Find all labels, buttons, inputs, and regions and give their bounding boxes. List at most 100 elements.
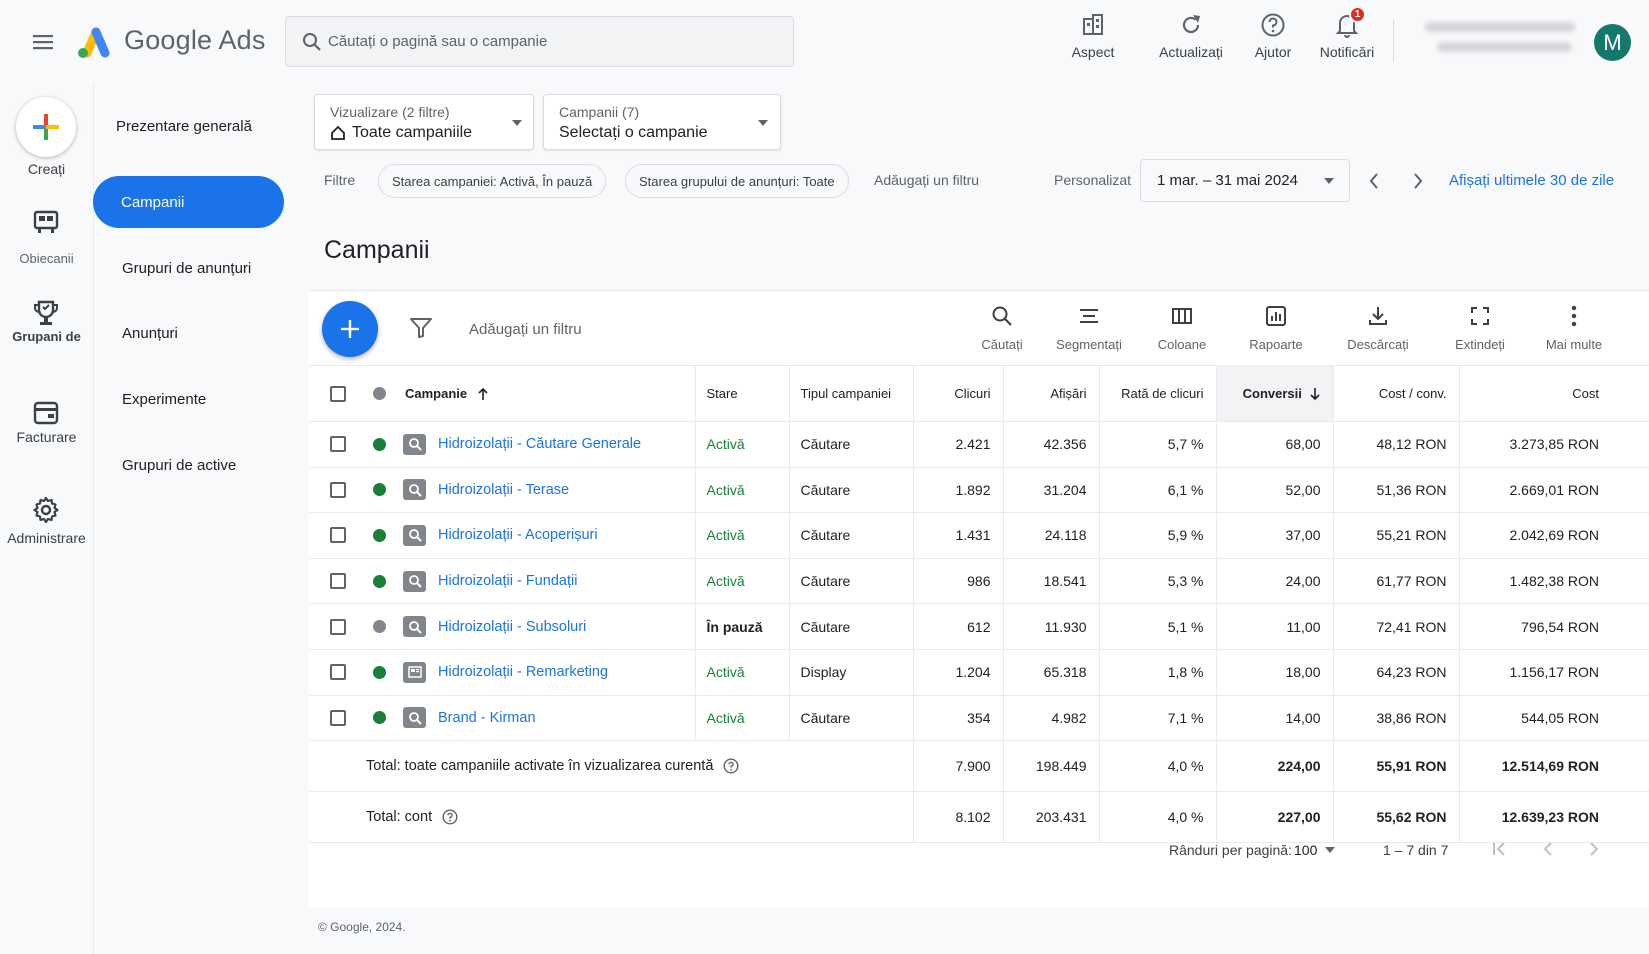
more-button[interactable]: Mai multe [1543,303,1605,352]
campaign-name-link[interactable]: Brand - Kirman [438,710,536,726]
menu-icon[interactable] [30,30,56,54]
row-checkbox[interactable] [330,664,346,681]
view-dropdown-value: Toate campaniile [352,124,473,141]
reports-button[interactable]: Rapoarte [1246,303,1306,352]
next-period-button[interactable] [1408,170,1428,192]
next-page-button[interactable] [1583,838,1605,860]
campaign-name-link[interactable]: Hidroizolații - Remarketing [438,664,608,680]
row-checkbox[interactable] [330,527,346,544]
campaign-name-link[interactable]: Hidroizolații - Fundații [438,573,577,589]
nav-campaigns[interactable]: Campanii [93,176,284,228]
campaign-status[interactable]: Activă [694,695,789,742]
column-header-status[interactable]: Stare [694,365,789,422]
chevron-left-icon [1369,173,1378,189]
column-header-conversions[interactable]: Conversii [1215,365,1333,422]
column-header-cost-per-conv[interactable]: Cost / conv. [1332,365,1459,422]
status-dot[interactable] [373,711,386,725]
expand-button[interactable]: Extindeți [1452,303,1508,352]
trophy-icon[interactable] [30,298,62,330]
nav-overview[interactable]: Prezentare generală [94,100,284,152]
notifications-button[interactable]: 1 Notificări [1316,6,1378,68]
column-header-campaign[interactable]: Campanie [399,365,695,422]
account-info-blurred[interactable] [1425,22,1583,62]
campaign-name-link[interactable]: Hidroizolații - Terase [438,482,569,498]
campaign-status[interactable]: Activă [694,512,789,559]
table-row[interactable]: Hidroizolații - Căutare Generale Activă Că… [309,421,1649,468]
filter-chip-adgroup-status[interactable]: Starea grupului de anunțuri: Toate [625,164,849,198]
chevron-right-icon [1414,173,1423,189]
aspect-button[interactable]: Aspect [1062,10,1124,68]
notification-badge: 1 [1349,6,1366,23]
status-dot[interactable] [373,665,386,679]
ctr-cell: 6,1 % [1098,467,1216,514]
column-header-clicks[interactable]: Clicuri [912,365,1003,422]
table-search-button[interactable]: Căutați [977,303,1027,352]
goals-icon[interactable] [30,206,62,238]
add-filter-link[interactable]: Adăugați un filtru [874,172,979,188]
campaign-status[interactable]: Activă [694,421,789,468]
table-row[interactable]: Hidroizolații - Acoperișuri Activă Căutare… [309,512,1649,559]
row-checkbox[interactable] [330,481,346,498]
add-campaign-button[interactable] [322,301,378,357]
nav-ads[interactable]: Anunțuri [94,307,284,359]
last-30-days-link[interactable]: Afișați ultimele 30 de zile [1449,172,1614,189]
row-checkbox[interactable] [330,618,346,635]
campaign-status[interactable]: În pauză [694,603,789,650]
column-header-cost[interactable]: Cost [1458,365,1649,422]
nav-asset-groups[interactable]: Grupuri de active [94,439,284,491]
conversions-cell: 14,00 [1215,695,1333,742]
row-checkbox[interactable] [330,436,346,453]
status-dot[interactable] [373,620,386,634]
campaign-dropdown-label: Campanii (7) [559,104,640,120]
table-row[interactable]: Brand - Kirman Activă Căutare 354 4.982 7,1 %… [309,695,1649,742]
rows-per-page-select[interactable]: 100 [1294,842,1336,858]
search-input[interactable] [328,17,778,66]
download-button[interactable]: Descărcați [1345,303,1411,352]
app-name: Google Ads [124,25,266,55]
status-dot[interactable] [373,528,386,542]
row-checkbox[interactable] [330,573,346,590]
status-dot[interactable] [373,574,386,588]
cost-per-conv-cell: 72,41 RON [1332,603,1459,650]
refresh-button[interactable]: Actualizați [1150,10,1232,68]
status-dot[interactable] [373,437,386,451]
prev-page-button[interactable] [1537,838,1559,860]
columns-button[interactable]: Coloane [1155,303,1209,352]
column-header-impressions[interactable]: Afișări [1002,365,1099,422]
nav-ad-groups[interactable]: Grupuri de anunțuri [94,242,284,294]
campaign-status[interactable]: Activă [694,558,789,605]
google-ads-logo-icon[interactable] [74,24,112,60]
column-header-type[interactable]: Tipul campaniei [788,365,913,422]
billing-icon[interactable] [30,397,62,429]
search-box[interactable] [285,16,794,67]
filter-chip-campaign-status[interactable]: Starea campaniei: Activă, În pauză [378,164,607,198]
campaign-name-link[interactable]: Hidroizolații - Căutare Generale [438,436,641,452]
help-icon[interactable] [723,758,739,774]
table-add-filter[interactable]: Adăugați un filtru [469,321,582,338]
row-checkbox[interactable] [330,709,346,726]
segment-button[interactable]: Segmentați [1054,303,1124,352]
nav-experiments[interactable]: Experimente [94,373,284,425]
create-button[interactable] [16,97,76,157]
filter-icon[interactable] [409,317,433,339]
table-row[interactable]: Hidroizolații - Terase Activă Căutare 1.892… [309,467,1649,514]
first-page-button[interactable] [1489,838,1511,860]
nav-ad-groups-label: Grupuri de anunțuri [122,259,252,277]
view-dropdown[interactable]: Vizualizare (2 filtre) Toate campaniile [314,94,534,150]
previous-period-button[interactable] [1364,170,1384,192]
campaign-status[interactable]: Activă [694,649,789,696]
status-dot[interactable] [373,483,386,497]
campaign-status[interactable]: Activă [694,467,789,514]
table-row[interactable]: Hidroizolații - Subsoluri În pauză Căutare… [309,603,1649,650]
select-all-checkbox[interactable] [330,385,346,402]
gear-icon[interactable] [30,494,62,526]
table-row[interactable]: Hidroizolații - Remarketing Activă Display… [309,649,1649,696]
campaign-dropdown[interactable]: Campanii (7) Selectați o campanie [543,94,781,150]
campaign-name-link[interactable]: Hidroizolații - Subsoluri [438,619,586,635]
date-range-picker[interactable]: 1 mar. – 31 mai 2024 [1140,159,1350,202]
table-row[interactable]: Hidroizolații - Fundații Activă Căutare 986… [309,558,1649,605]
column-header-ctr[interactable]: Rată de clicuri [1098,365,1216,422]
campaign-name-link[interactable]: Hidroizolații - Acoperișuri [438,527,598,543]
help-button[interactable]: Ajutor [1248,10,1298,68]
avatar[interactable]: M [1594,24,1631,61]
